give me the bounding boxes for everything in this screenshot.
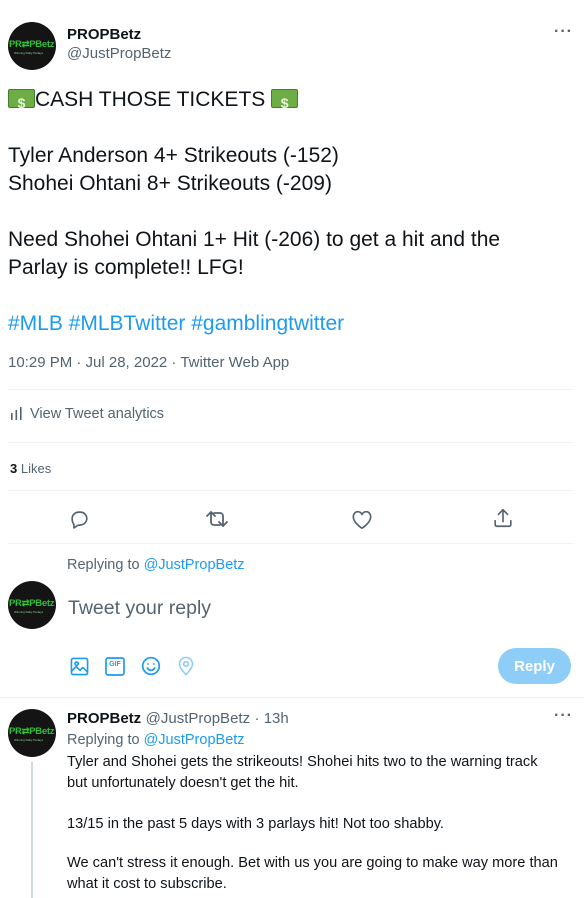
- divider: [8, 442, 574, 443]
- emoji-icon[interactable]: [141, 656, 161, 676]
- reply-p3-line-2: what it cost to subscribe.: [67, 876, 227, 892]
- composer-replying-to: Replying to @JustPropBetz: [67, 557, 245, 573]
- reply-author-avatar[interactable]: PR⇄PBetz Winning Daily Parlays: [8, 709, 56, 757]
- share-icon[interactable]: [492, 507, 514, 529]
- reply-input[interactable]: Tweet your reply: [68, 597, 211, 620]
- tweet-line-2: Shohei Ohtani 8+ Strikeouts (-209): [8, 172, 332, 195]
- replying-prefix: Replying to: [67, 732, 140, 748]
- reply-button[interactable]: Reply: [498, 648, 571, 684]
- view-analytics-link[interactable]: View Tweet analytics: [10, 406, 164, 422]
- replying-handle-link[interactable]: @JustPropBetz: [144, 732, 245, 748]
- image-icon[interactable]: [70, 657, 89, 676]
- author-handle[interactable]: @JustPropBetz: [67, 45, 171, 62]
- tweet-line-1: Tyler Anderson 4+ Strikeouts (-152): [8, 144, 339, 167]
- divider: [8, 543, 574, 544]
- analytics-icon: [10, 407, 23, 421]
- thread-line: [31, 762, 33, 898]
- author-avatar[interactable]: PR⇄PBetz Winning Daily Parlays: [8, 22, 56, 70]
- reply-more-icon[interactable]: ···: [554, 707, 573, 725]
- reply-header: PROPBetz @JustPropBetz · 13h: [67, 710, 289, 728]
- avatar-logo-sub: Winning Daily Parlays: [14, 610, 44, 614]
- retweet-icon[interactable]: [205, 508, 229, 530]
- analytics-label: View Tweet analytics: [30, 406, 165, 422]
- gif-icon[interactable]: GIF: [105, 657, 125, 676]
- replying-prefix: Replying to: [67, 557, 140, 573]
- reply-time[interactable]: · 13h: [255, 710, 289, 727]
- tweet-hashtags[interactable]: #MLB #MLBTwitter #gamblingtwitter: [8, 310, 344, 338]
- tweet-headline: CASH THOSE TICKETS: [8, 86, 299, 117]
- likes-count: 3: [10, 461, 18, 476]
- avatar-logo: PR⇄PBetz: [9, 39, 55, 50]
- author-name[interactable]: PROPBetz: [67, 26, 141, 43]
- divider: [8, 389, 574, 390]
- reply-p1-line-2: but unfortunately doesn't get the hit.: [67, 775, 299, 791]
- divider: [0, 697, 584, 698]
- avatar-logo: PR⇄PBetz: [9, 726, 55, 737]
- location-icon[interactable]: [177, 656, 195, 676]
- reply-p2: 13/15 in the past 5 days with 3 parlays …: [67, 816, 444, 832]
- more-icon[interactable]: ···: [554, 23, 573, 41]
- money-emoji-icon: [271, 89, 299, 117]
- like-icon[interactable]: [351, 509, 373, 530]
- replying-handle-link[interactable]: @JustPropBetz: [144, 557, 245, 573]
- reply-replying-to: Replying to @JustPropBetz: [67, 732, 245, 748]
- reply-icon[interactable]: [68, 508, 90, 530]
- reply-author-handle[interactable]: @JustPropBetz: [146, 710, 250, 727]
- reply-p1-line-1: Tyler and Shohei gets the strikeouts! Sh…: [67, 754, 538, 770]
- avatar-logo-sub: Winning Daily Parlays: [14, 738, 44, 742]
- money-emoji-icon: [8, 89, 35, 117]
- tweet-para2-line-2: Parlay is complete!! LFG!: [8, 256, 244, 279]
- reply-author-name[interactable]: PROPBetz: [67, 710, 141, 727]
- tweet-para2-line-1: Need Shohei Ohtani 1+ Hit (-206) to get …: [8, 228, 501, 251]
- reply-p3-line-1: We can't stress it enough. Bet with us y…: [67, 855, 558, 871]
- likes-label: Likes: [20, 461, 52, 476]
- divider: [8, 490, 574, 491]
- composer-avatar[interactable]: PR⇄PBetz Winning Daily Parlays: [8, 581, 56, 629]
- tweet-timestamp[interactable]: 10:29 PM · Jul 28, 2022 · Twitter Web Ap…: [8, 354, 289, 371]
- gif-label: GIF: [109, 661, 121, 668]
- avatar-logo-sub: Winning Daily Parlays: [14, 51, 44, 55]
- headline-text: CASH THOSE TICKETS: [35, 88, 266, 111]
- likes-count-link[interactable]: 3 Likes: [10, 461, 51, 476]
- avatar-logo: PR⇄PBetz: [9, 598, 55, 609]
